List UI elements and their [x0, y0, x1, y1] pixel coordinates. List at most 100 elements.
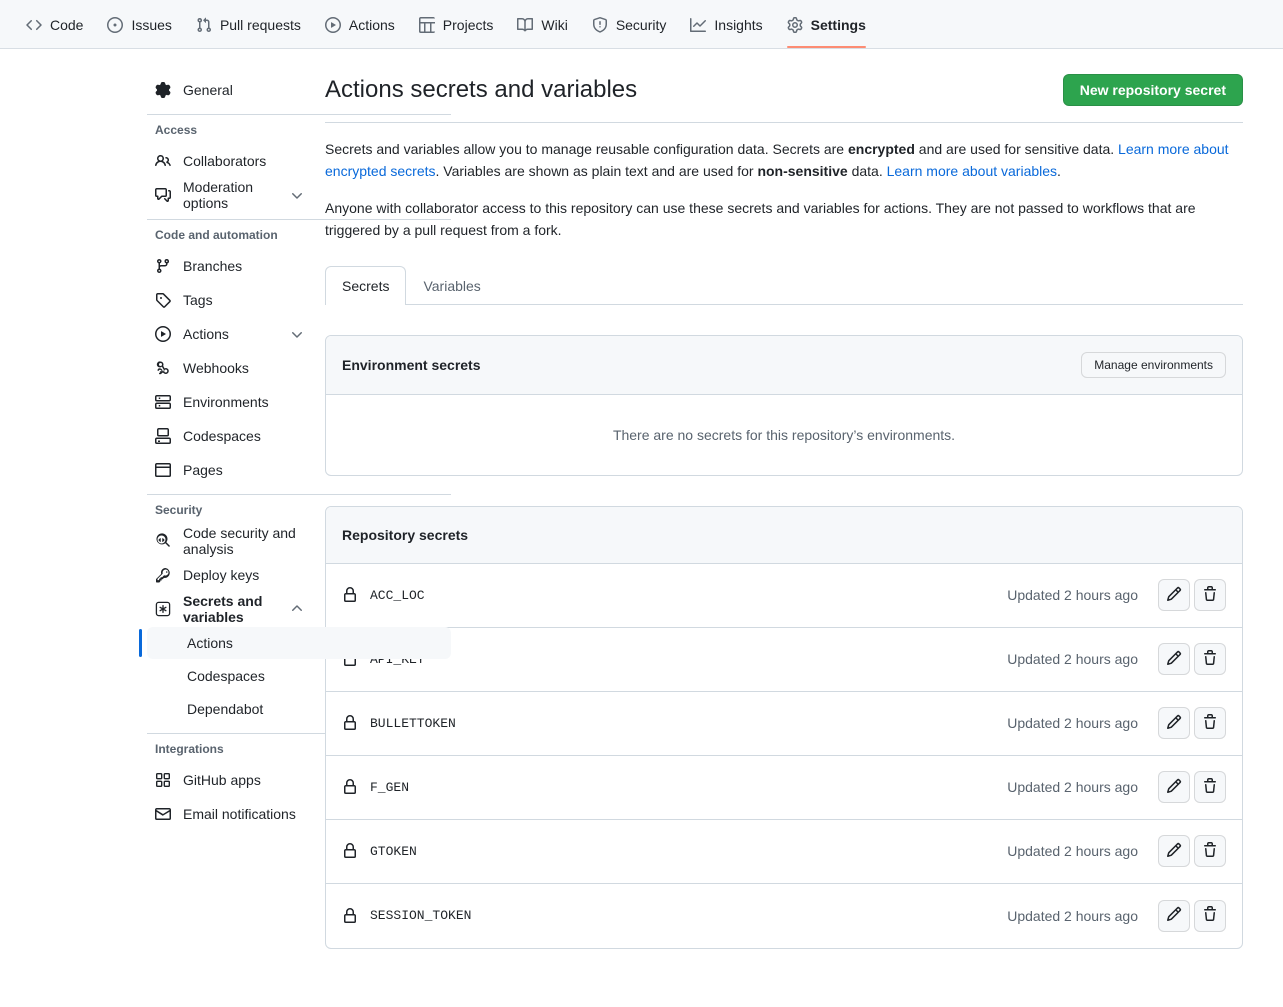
repo-tab-label: Insights [714, 16, 763, 33]
table-icon [418, 16, 435, 33]
sidebar-heading-security: Security [155, 503, 203, 517]
sidebar-subitem-actions[interactable]: Actions [139, 627, 451, 659]
link-learn-variables[interactable]: Learn more about variables [887, 163, 1057, 179]
sidebar-item-tags[interactable]: Tags [147, 284, 315, 316]
desc-text: Secrets and variables allow you to manag… [325, 141, 848, 157]
sidebar-item-environments[interactable]: Environments [147, 386, 315, 418]
repo-tab-label: Code [50, 16, 84, 33]
sidebar-item-collaborators[interactable]: Collaborators [147, 145, 315, 177]
edit-secret-button[interactable] [1158, 835, 1190, 868]
codespaces-icon [155, 428, 171, 444]
sidebar-item-label: Environments [183, 394, 269, 410]
sidebar-item-code-security-and-analysis[interactable]: Code security and analysis [147, 525, 315, 557]
delete-secret-button[interactable] [1194, 643, 1226, 676]
gear-icon [787, 16, 803, 33]
repo-tab-label: Wiki [541, 16, 568, 33]
mail-icon [155, 806, 171, 822]
sidebar-item-label: Collaborators [183, 153, 267, 169]
tab-secrets[interactable]: Secrets [325, 265, 407, 305]
sidebar-item-webhooks[interactable]: Webhooks [147, 352, 315, 384]
repo-tab-projects[interactable]: Projects [411, 1, 510, 48]
repo-tab-wiki[interactable]: Wiki [509, 1, 583, 48]
trash-icon [1202, 649, 1218, 669]
people-icon [155, 153, 171, 169]
secret-updated: Updated 2 hours ago [1007, 651, 1138, 668]
chevron-up-icon [289, 601, 305, 617]
new-repository-secret-button[interactable]: New repository secret [1062, 74, 1243, 106]
browser-icon [155, 462, 171, 478]
pencil-icon [1166, 650, 1182, 669]
description-paragraph-1: Secrets and variables allow you to manag… [325, 139, 1243, 182]
sidebar-item-actions[interactable]: Actions [147, 318, 315, 350]
sidebar-item-secrets-and-variables[interactable]: Secrets and variables [147, 593, 315, 625]
environment-secrets-empty-text: There are no secrets for this repository… [612, 426, 956, 443]
sidebar-item-branches[interactable]: Branches [147, 250, 315, 282]
repo-tab-label: Actions [348, 16, 395, 33]
repo-tab-settings[interactable]: Settings [779, 1, 882, 48]
sidebar-subitem-label: Actions [187, 635, 233, 651]
secret-name: F_GEN [370, 779, 410, 795]
pencil-icon [1166, 778, 1182, 797]
edit-secret-button[interactable] [1158, 899, 1190, 932]
page-title: Actions secrets and variables [325, 76, 638, 103]
environment-secrets-title: Environment secrets [342, 356, 481, 373]
repo-tab-pull-requests[interactable]: Pull requests [188, 1, 317, 48]
page-root: Code Issues Pull requests Actions Projec… [0, 0, 1283, 1007]
delete-secret-button[interactable] [1194, 899, 1226, 932]
delete-secret-button[interactable] [1194, 771, 1226, 804]
repo-tab-actions[interactable]: Actions [317, 1, 411, 48]
sidebar-item-pages[interactable]: Pages [147, 454, 315, 486]
repo-tab-label: Settings [810, 16, 866, 33]
repo-tab-code[interactable]: Code [18, 1, 99, 48]
gear-icon [155, 82, 171, 98]
delete-secret-button[interactable] [1194, 835, 1226, 868]
delete-secret-button[interactable] [1194, 579, 1226, 612]
sidebar-item-label: Pages [183, 462, 223, 478]
chevron-down-icon [289, 326, 305, 342]
manage-environments-button[interactable]: Manage environments [1081, 351, 1226, 378]
edit-secret-button[interactable] [1158, 579, 1190, 612]
repo-tab-label: Projects [442, 16, 494, 33]
settings-sidebar: General Access Collaborators Moderation … [0, 74, 451, 949]
tag-icon [155, 292, 171, 308]
sidebar-subitem-codespaces[interactable]: Codespaces [147, 660, 451, 692]
trash-icon [1202, 777, 1218, 797]
sidebar-item-moderation-options[interactable]: Moderation options [147, 179, 315, 211]
issue-opened-icon [107, 16, 124, 33]
repository-secrets-header: Repository secrets [326, 506, 1242, 564]
table-row: F_GEN Updated 2 hours ago [326, 756, 1242, 820]
edit-secret-button[interactable] [1158, 707, 1190, 740]
secret-name: GTOKEN [370, 843, 417, 859]
sidebar-item-github-apps[interactable]: GitHub apps [147, 764, 315, 796]
tab-variables[interactable]: Variables [406, 266, 497, 305]
desc-text: . [1057, 162, 1061, 179]
repo-tab-security[interactable]: Security [584, 1, 683, 48]
sidebar-heading-access: Access [155, 123, 198, 137]
repo-tab-insights[interactable]: Insights [682, 1, 778, 48]
edit-secret-button[interactable] [1158, 771, 1190, 804]
repository-secrets-title: Repository secrets [342, 526, 469, 543]
git-branch-icon [155, 258, 171, 274]
description-paragraph-2: Anyone with collaborator access to this … [325, 200, 1196, 239]
sidebar-subitem-label: Codespaces [187, 668, 265, 684]
git-pull-request-icon [196, 17, 212, 33]
sidebar-subitem-dependabot[interactable]: Dependabot [147, 693, 451, 725]
table-row: API_KEY Updated 2 hours ago [326, 628, 1242, 692]
sidebar-item-general[interactable]: General [147, 74, 315, 106]
repo-tab-issues[interactable]: Issues [99, 1, 187, 48]
sidebar-item-label: Codespaces [183, 428, 261, 444]
repo-navigation: Code Issues Pull requests Actions Projec… [0, 0, 1283, 49]
delete-secret-button[interactable] [1194, 707, 1226, 740]
trash-icon [1202, 906, 1218, 925]
sidebar-item-deploy-keys[interactable]: Deploy keys [147, 559, 315, 591]
sidebar-item-label: Webhooks [183, 360, 249, 376]
sidebar-item-label: Code security and analysis [183, 525, 296, 557]
edit-secret-button[interactable] [1158, 643, 1190, 676]
sidebar-item-label: Moderation options [183, 179, 254, 211]
play-icon [155, 326, 171, 342]
sidebar-item-label: Branches [183, 258, 243, 274]
sidebar-item-codespaces[interactable]: Codespaces [147, 420, 315, 452]
codescan-icon [155, 533, 171, 549]
sidebar-item-email-notifications[interactable]: Email notifications [147, 798, 315, 830]
comment-discussion-icon [155, 187, 171, 203]
